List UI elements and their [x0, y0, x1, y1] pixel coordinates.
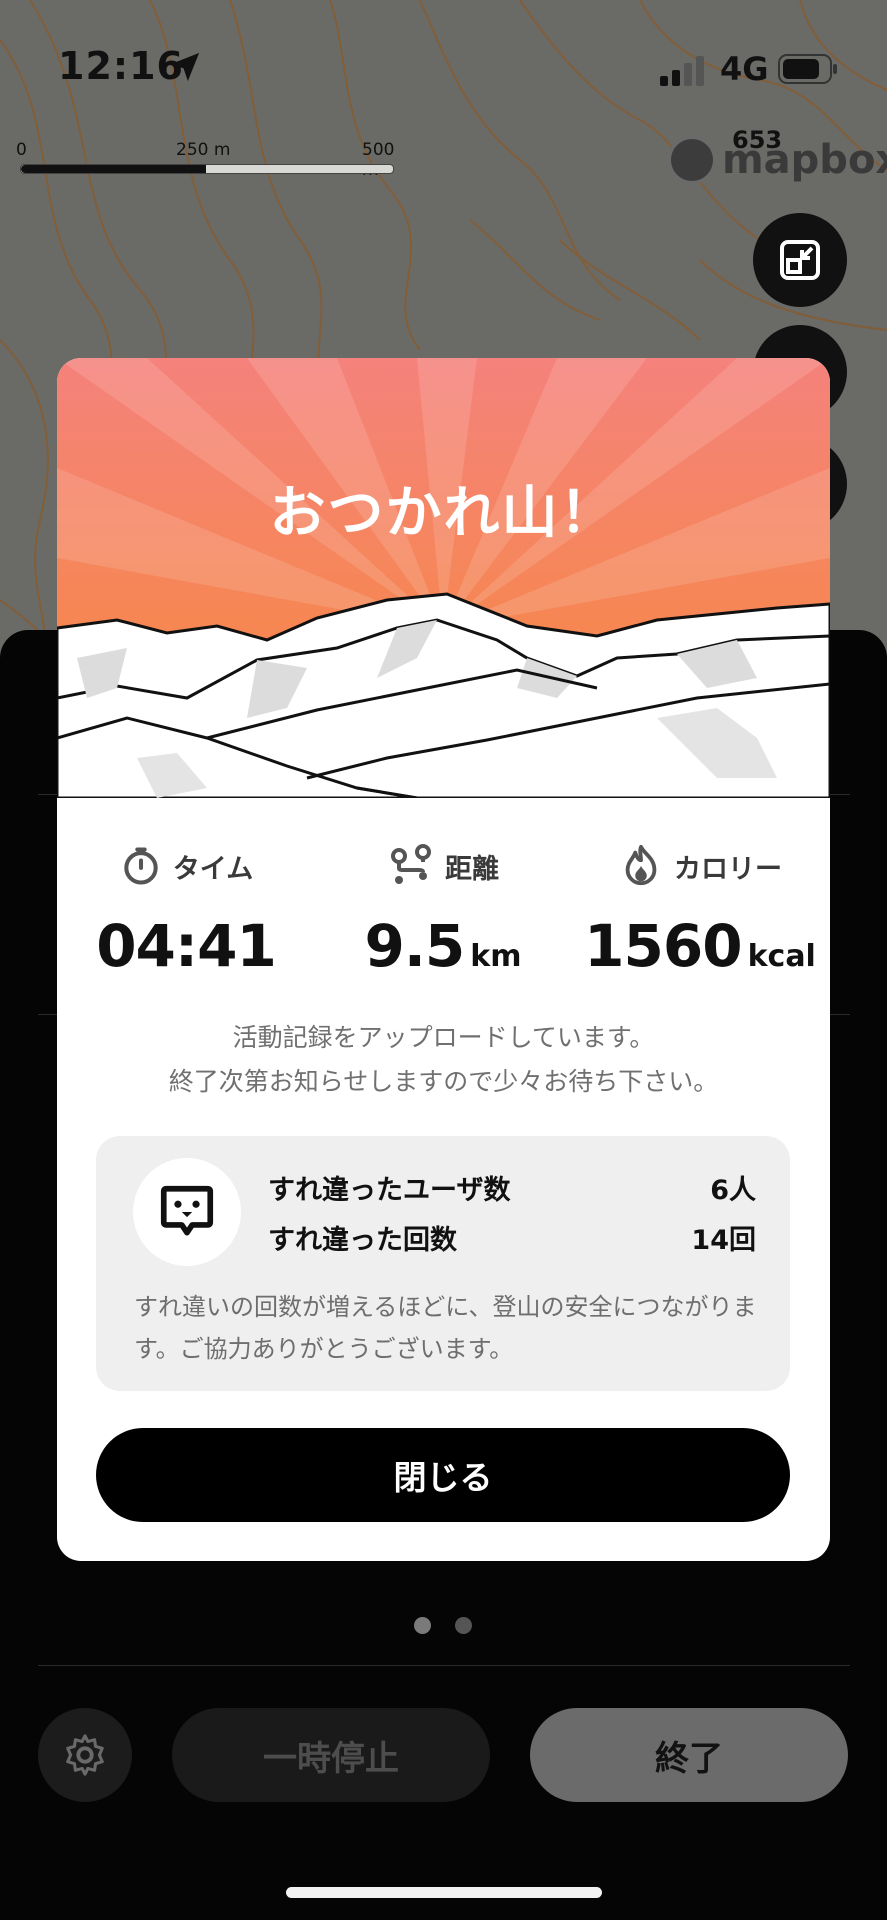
page-dot[interactable]: [455, 1617, 472, 1634]
signal-icon: [660, 56, 704, 86]
stat-distance: 距離 9.5 km: [314, 838, 572, 980]
upload-message-line2: 終了次第お知らせしますので少々お待ち下さい。: [168, 1067, 719, 1096]
passing-note: すれ違いの回数が増えるほどに、登山の安全につながります。ご協力ありがとうございま…: [134, 1293, 757, 1363]
passed-users-label: すれ違ったユーザ数: [268, 1175, 511, 1206]
stat-distance-unit: km: [470, 939, 522, 974]
stat-calories-label: カロリー: [674, 853, 782, 885]
stat-time-value: 04:41: [96, 912, 277, 980]
mapbox-logo-icon: [668, 136, 716, 184]
stat-calories-unit: kcal: [747, 939, 816, 974]
stat-calories: カロリー 1560 kcal: [571, 838, 829, 980]
status-bar: 12:16 4G: [0, 0, 887, 130]
status-time: 12:16: [58, 44, 184, 88]
map-layers-button[interactable]: [753, 213, 847, 307]
location-arrow-icon: [170, 52, 200, 82]
passed-count-label: すれ違った回数: [268, 1225, 457, 1256]
passed-count-row: すれ違った回数 14回: [268, 1218, 756, 1257]
collapse-map-icon: [780, 240, 820, 280]
scale-label-0: 0: [16, 140, 27, 160]
summary-modal: おつかれ山！ タイム 04:41 距離 9.5 km カロリー 1560 kca…: [57, 358, 830, 1561]
network-type: 4G: [720, 50, 769, 88]
modal-title: おつかれ山！: [269, 481, 618, 546]
passing-avatar: [133, 1158, 241, 1266]
upload-message-line1: 活動記録をアップロードしています。: [232, 1023, 655, 1052]
end-button[interactable]: 終了: [530, 1708, 848, 1802]
mapbox-wordmark: mapbox: [722, 137, 887, 183]
page-indicator: [414, 1617, 472, 1634]
route-icon: [391, 844, 431, 884]
passed-count-value: 14回: [691, 1225, 756, 1256]
mapbox-attribution[interactable]: mapbox: [668, 136, 887, 184]
map-scale-bar: 0 250 m 500 m: [16, 140, 395, 180]
stat-time: タイム 04:41: [57, 838, 315, 980]
friendly-face-icon: [160, 1185, 214, 1236]
upload-message: 活動記録をアップロードしています。 終了次第お知らせしますので少々お待ち下さい。: [57, 1016, 830, 1104]
stopwatch-icon: [124, 847, 158, 885]
battery-icon: [778, 54, 837, 84]
home-indicator[interactable]: [286, 1887, 602, 1898]
gear-icon: [66, 1734, 104, 1776]
stat-distance-value: 9.5: [364, 912, 466, 980]
close-button[interactable]: 閉じる: [96, 1428, 790, 1522]
passing-stats-card: すれ違ったユーザ数 6人 すれ違った回数 14回 すれ違いの回数が増えるほどに、…: [96, 1136, 790, 1391]
stat-time-label: タイム: [172, 853, 254, 885]
stat-calories-value: 1560: [584, 912, 742, 980]
stats-row: タイム 04:41 距離 9.5 km カロリー 1560 kcal: [57, 838, 830, 988]
flame-icon: [625, 844, 657, 886]
stat-distance-label: 距離: [445, 853, 499, 885]
passed-users-value: 6人: [710, 1175, 756, 1206]
scale-label-500: 500 m: [362, 140, 395, 180]
mountain-hero-illustration: [57, 358, 830, 798]
passed-users-row: すれ違ったユーザ数 6人: [268, 1168, 756, 1207]
scale-label-250: 250 m: [176, 140, 231, 160]
page-dot-active[interactable]: [414, 1617, 431, 1634]
settings-button[interactable]: [38, 1708, 132, 1802]
pause-button[interactable]: 一時停止: [172, 1708, 490, 1802]
